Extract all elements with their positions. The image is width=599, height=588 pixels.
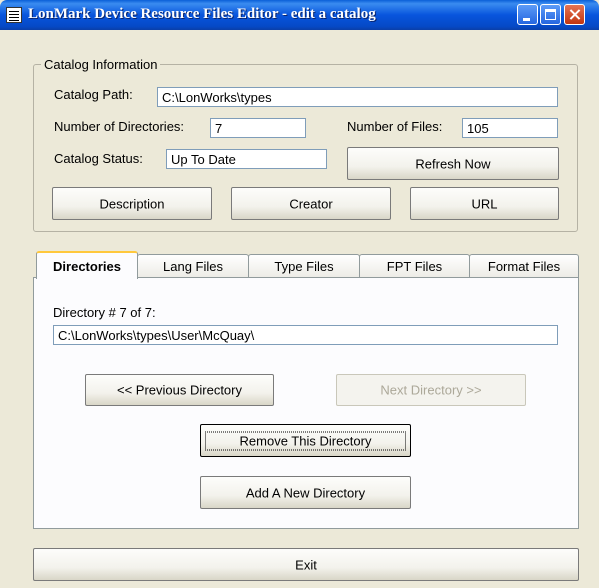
number-of-directories-field[interactable]: 7 bbox=[210, 118, 306, 138]
previous-directory-button[interactable]: << Previous Directory bbox=[85, 374, 274, 406]
add-new-directory-label: Add A New Directory bbox=[245, 485, 366, 500]
minimize-button[interactable] bbox=[517, 4, 538, 25]
previous-directory-label: << Previous Directory bbox=[117, 382, 242, 398]
title-bar[interactable]: LonMark Device Resource Files Editor - e… bbox=[0, 0, 599, 30]
tab-format-files[interactable]: Format Files bbox=[469, 254, 579, 278]
remove-this-directory-label: Remove This Directory bbox=[205, 431, 406, 450]
window-title: LonMark Device Resource Files Editor - e… bbox=[28, 6, 376, 22]
url-button[interactable]: URL bbox=[410, 187, 559, 220]
description-label: Description bbox=[99, 196, 165, 211]
tab-type-files[interactable]: Type Files bbox=[248, 254, 360, 278]
refresh-now-label: Refresh Now bbox=[415, 156, 491, 171]
catalog-status-field[interactable]: Up To Date bbox=[166, 149, 327, 169]
exit-label: Exit bbox=[295, 557, 317, 572]
tab-lang-files[interactable]: Lang Files bbox=[137, 254, 249, 278]
catalog-path-label: Catalog Path: bbox=[54, 87, 133, 102]
catalog-status-label: Catalog Status: bbox=[54, 151, 143, 166]
directory-counter-label: Directory # 7 of 7: bbox=[53, 305, 156, 320]
catalog-path-field[interactable]: C:\LonWorks\types bbox=[157, 87, 558, 107]
remove-this-directory-button[interactable]: Remove This Directory bbox=[200, 424, 411, 457]
next-directory-button[interactable]: Next Directory >> bbox=[336, 374, 526, 406]
document-list-icon[interactable] bbox=[6, 7, 22, 23]
number-of-files-field[interactable]: 105 bbox=[462, 118, 558, 138]
maximize-button[interactable] bbox=[540, 4, 561, 25]
creator-button[interactable]: Creator bbox=[231, 187, 391, 220]
catalog-information-legend: Catalog Information bbox=[41, 57, 161, 72]
close-button[interactable] bbox=[564, 4, 585, 25]
refresh-now-button[interactable]: Refresh Now bbox=[347, 147, 559, 180]
exit-button[interactable]: Exit bbox=[33, 548, 579, 581]
creator-label: Creator bbox=[289, 196, 333, 211]
tab-directories[interactable]: Directories bbox=[36, 251, 138, 279]
url-label: URL bbox=[471, 196, 498, 211]
tab-fpt-files[interactable]: FPT Files bbox=[359, 254, 470, 278]
next-directory-label: Next Directory >> bbox=[380, 382, 482, 398]
directory-path-field[interactable]: C:\LonWorks\types\User\McQuay\ bbox=[53, 325, 558, 345]
number-of-directories-label: Number of Directories: bbox=[54, 119, 185, 134]
add-new-directory-button[interactable]: Add A New Directory bbox=[200, 476, 411, 509]
description-button[interactable]: Description bbox=[52, 187, 212, 220]
number-of-files-label: Number of Files: bbox=[347, 119, 443, 134]
